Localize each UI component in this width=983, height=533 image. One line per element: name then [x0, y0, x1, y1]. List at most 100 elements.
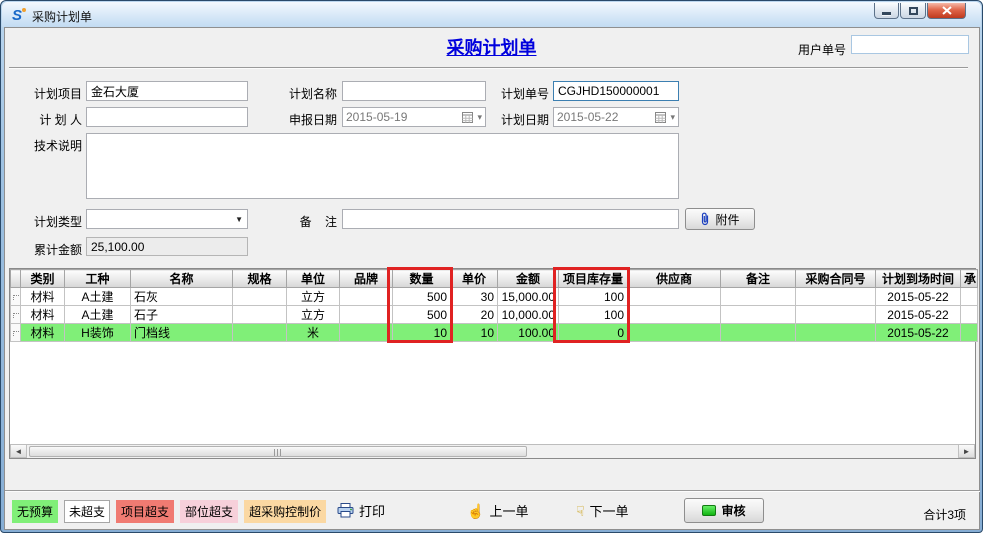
- row-selector[interactable]: [11, 324, 21, 342]
- table-cell[interactable]: 材料: [21, 288, 65, 306]
- column-header: 数量: [393, 270, 451, 288]
- remark-input[interactable]: [342, 209, 679, 229]
- plan-date-picker[interactable]: 2015-05-22 ▾: [553, 107, 679, 127]
- title-bar[interactable]: S 采购计划单: [2, 2, 981, 27]
- chevron-down-icon: ▼: [235, 215, 243, 224]
- previous-doc-button[interactable]: ☝ 上一单: [467, 501, 528, 520]
- table-cell[interactable]: 500: [393, 288, 451, 306]
- column-header: 项目库存量: [559, 270, 628, 288]
- table-cell[interactable]: 15,000.00: [498, 288, 559, 306]
- column-header: 品牌: [340, 270, 393, 288]
- tech-desc-label: 技术说明: [18, 137, 82, 154]
- plan-project-label: 计划项目: [18, 85, 82, 102]
- planner-label: 计 划 人: [18, 111, 82, 128]
- total-amount-field: [86, 237, 248, 256]
- table-cell[interactable]: [721, 288, 796, 306]
- planner-input[interactable]: [86, 107, 248, 127]
- table-cell[interactable]: 米: [287, 324, 340, 342]
- table-cell[interactable]: [340, 288, 393, 306]
- table-cell[interactable]: [628, 306, 721, 324]
- chevron-down-icon: ▾: [670, 112, 675, 123]
- table-cell[interactable]: 10,000.00: [498, 306, 559, 324]
- table-cell[interactable]: 100: [559, 306, 628, 324]
- horizontal-scrollbar[interactable]: ◄ ►: [10, 444, 975, 458]
- table-cell[interactable]: 2015-05-22: [876, 324, 961, 342]
- calendar-icon: [462, 112, 473, 123]
- tech-desc-textarea[interactable]: [86, 133, 679, 199]
- table-cell[interactable]: [340, 306, 393, 324]
- table-cell[interactable]: 门档线: [131, 324, 233, 342]
- print-button-label: 打印: [359, 501, 385, 520]
- table-cell[interactable]: 10: [451, 324, 498, 342]
- hand-down-icon: ☟: [576, 504, 585, 518]
- table-cell[interactable]: 100: [559, 288, 628, 306]
- column-header: 供应商: [628, 270, 721, 288]
- next-doc-button[interactable]: ☟ 下一单: [576, 501, 629, 520]
- table-cell[interactable]: [340, 324, 393, 342]
- table-row[interactable]: 材料A土建石灰 立方 5003015,000.00100 2015-05-22: [11, 288, 978, 306]
- table-cell[interactable]: [796, 324, 876, 342]
- table-cell[interactable]: 30: [451, 288, 498, 306]
- maximize-icon: [909, 7, 918, 15]
- table-cell[interactable]: 石子: [131, 306, 233, 324]
- table-cell[interactable]: [233, 306, 287, 324]
- table-cell[interactable]: 2015-05-22: [876, 288, 961, 306]
- table-cell[interactable]: [628, 288, 721, 306]
- close-button[interactable]: [927, 3, 966, 19]
- column-header: 规格: [233, 270, 287, 288]
- table-cell[interactable]: [628, 324, 721, 342]
- plan-name-input[interactable]: [342, 81, 486, 101]
- column-header: 采购合同号: [796, 270, 876, 288]
- plan-type-select[interactable]: ▼: [86, 209, 248, 229]
- table-cell[interactable]: [721, 324, 796, 342]
- table-cell[interactable]: 100.00: [498, 324, 559, 342]
- attachment-button-label: 附件: [715, 211, 739, 228]
- minimize-button[interactable]: [874, 3, 899, 19]
- table-cell[interactable]: 500: [393, 306, 451, 324]
- scrollbar-thumb[interactable]: [29, 446, 527, 457]
- approve-icon: [702, 505, 716, 516]
- approve-button[interactable]: 审核: [684, 498, 764, 523]
- table-cell[interactable]: [796, 306, 876, 324]
- table-row[interactable]: 材料A土建石子 立方 5002010,000.00100 2015-05-22: [11, 306, 978, 324]
- table-cell[interactable]: 2015-05-22: [876, 306, 961, 324]
- table-cell[interactable]: 立方: [287, 306, 340, 324]
- table-cell[interactable]: A土建: [65, 306, 131, 324]
- table-cell[interactable]: [721, 306, 796, 324]
- row-selector[interactable]: [11, 288, 21, 306]
- table-cell[interactable]: H装饰: [65, 324, 131, 342]
- scroll-left-button[interactable]: ◄: [10, 445, 27, 458]
- table-cell[interactable]: [961, 306, 978, 324]
- table-cell[interactable]: A土建: [65, 288, 131, 306]
- table-cell[interactable]: 立方: [287, 288, 340, 306]
- table-row[interactable]: 材料H装饰门档线米1010100.0002015-05-22: [11, 324, 978, 342]
- table-cell[interactable]: [961, 324, 978, 342]
- table-cell[interactable]: [796, 288, 876, 306]
- table-cell[interactable]: 材料: [21, 324, 65, 342]
- table-cell[interactable]: [233, 324, 287, 342]
- user-no-label: 用户单号: [782, 41, 846, 58]
- table-cell[interactable]: 0: [559, 324, 628, 342]
- table-cell[interactable]: [233, 288, 287, 306]
- table-cell[interactable]: 20: [451, 306, 498, 324]
- plan-no-label: 计划单号: [485, 85, 549, 102]
- plan-project-input[interactable]: [86, 81, 248, 101]
- plan-type-label: 计划类型: [18, 213, 82, 230]
- chevron-down-icon: ▾: [477, 112, 482, 123]
- declare-date-picker[interactable]: 2015-05-19 ▾: [342, 107, 486, 127]
- row-selector[interactable]: [11, 306, 21, 324]
- attachment-button[interactable]: 附件: [685, 208, 755, 230]
- column-header: 计划到场时间: [876, 270, 961, 288]
- plan-no-input[interactable]: [553, 81, 679, 101]
- declare-date-label: 申报日期: [273, 111, 337, 128]
- next-doc-label: 下一单: [590, 501, 629, 520]
- table-cell[interactable]: [961, 288, 978, 306]
- table-cell[interactable]: 材料: [21, 306, 65, 324]
- total-items-count: 合计3项: [923, 506, 966, 523]
- table-cell[interactable]: 10: [393, 324, 451, 342]
- user-no-input[interactable]: [851, 35, 969, 54]
- maximize-button[interactable]: [900, 3, 926, 19]
- table-cell[interactable]: 石灰: [131, 288, 233, 306]
- scroll-right-button[interactable]: ►: [958, 445, 975, 458]
- print-button[interactable]: 打印: [337, 501, 385, 520]
